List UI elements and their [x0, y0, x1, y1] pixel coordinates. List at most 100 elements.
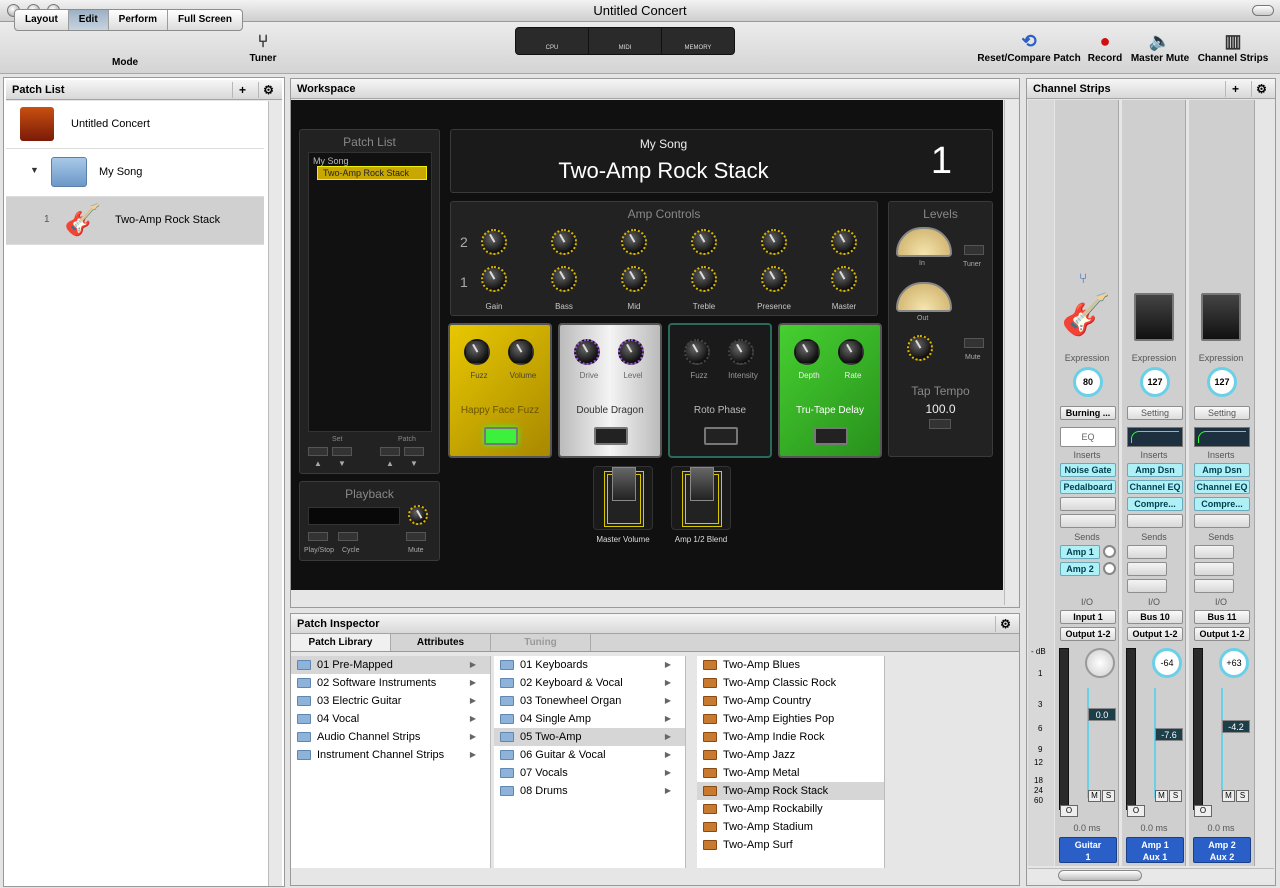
patch-list-scrollbar[interactable] [268, 101, 282, 886]
playback-mute-button[interactable] [406, 532, 426, 541]
channel-strips-gear-icon[interactable]: ⚙ [1251, 81, 1271, 97]
list-item[interactable]: Two-Amp Surf [697, 836, 884, 854]
reset-compare-patch-button[interactable]: ⟲ Reset/Compare Patch [975, 29, 1083, 64]
setting-button[interactable]: Setting [1127, 406, 1183, 420]
playback-knob[interactable] [408, 505, 428, 525]
insert-slot[interactable]: Channel EQ [1194, 480, 1250, 494]
disclosure-triangle-icon[interactable]: ▼ [30, 165, 39, 175]
list-item[interactable]: Audio Channel Strips ▶ [291, 728, 490, 746]
insert-slot[interactable]: Amp Dsn [1194, 463, 1250, 477]
depth-knob[interactable] [794, 339, 820, 365]
send-slot-empty[interactable] [1127, 545, 1167, 559]
tab-patch-library[interactable]: Patch Library [291, 634, 391, 651]
list-item[interactable]: 06 Guitar & Vocal ▶ [494, 746, 685, 764]
list-item[interactable]: 05 Two-Amp ▶ [494, 728, 685, 746]
tuner-button[interactable]: ⑂ Tuner [246, 29, 280, 64]
amp2-mid-knob[interactable] [621, 229, 647, 255]
pedal-on-switch[interactable] [484, 427, 518, 445]
volume-fader[interactable]: -7.6 [1155, 728, 1183, 741]
record-button[interactable]: ● Record [1085, 29, 1125, 64]
amp2-master-knob[interactable] [831, 229, 857, 255]
send-slot-empty[interactable] [1194, 545, 1234, 559]
send-slot[interactable]: Amp 1 [1060, 545, 1100, 559]
tuner-toggle-button[interactable] [964, 245, 984, 255]
send-slot-empty[interactable] [1194, 562, 1234, 576]
levels-mute-button[interactable] [964, 338, 984, 348]
input-slot[interactable]: Bus 10 [1127, 610, 1183, 624]
mode-layout-button[interactable]: Layout [15, 10, 69, 30]
drive-knob[interactable] [574, 339, 600, 365]
pedal-switch[interactable] [704, 427, 738, 445]
ws-patch-list-box[interactable]: My Song Two-Amp Rock Stack [308, 152, 432, 432]
mute-button[interactable]: M [1155, 790, 1168, 802]
set-down-button[interactable] [332, 447, 352, 456]
toolbar-toggle-button[interactable] [1252, 5, 1274, 16]
amp1-bass-knob[interactable] [551, 266, 577, 292]
expression-knob[interactable]: 80 [1073, 367, 1103, 397]
send-slot-empty[interactable] [1127, 562, 1167, 576]
master-mute-button[interactable]: 🔈 Master Mute [1128, 29, 1192, 64]
expression-knob[interactable]: 127 [1140, 367, 1170, 397]
setting-button[interactable]: Setting [1194, 406, 1250, 420]
insert-slot[interactable]: Noise Gate [1060, 463, 1116, 477]
insert-slot[interactable]: Channel EQ [1127, 480, 1183, 494]
list-item[interactable]: 01 Keyboards ▶ [494, 656, 685, 674]
channel-strips-scrollbar[interactable] [1028, 868, 1274, 882]
list-item[interactable]: Two-Amp Rockabilly [697, 800, 884, 818]
roto-phase-pedal[interactable]: Fuzz Intensity Roto Phase [668, 323, 772, 458]
add-channel-strip-button[interactable]: + [1225, 81, 1245, 97]
list-item[interactable]: Two-Amp Country [697, 692, 884, 710]
insert-slot[interactable]: Pedalboard [1060, 480, 1116, 494]
tap-tempo-button[interactable] [929, 419, 951, 429]
bypass-button[interactable]: O [1194, 805, 1212, 817]
list-item[interactable]: Two-Amp Classic Rock [697, 674, 884, 692]
tru-tape-delay-pedal[interactable]: Depth Rate Tru-Tape Delay [778, 323, 882, 458]
amp2-treble-knob[interactable] [691, 229, 717, 255]
amp1-treble-knob[interactable] [691, 266, 717, 292]
list-item[interactable]: Two-Amp Indie Rock [697, 728, 884, 746]
master-volume-expression-pedal[interactable] [593, 466, 653, 530]
amp1-gain-knob[interactable] [481, 266, 507, 292]
amp2-bass-knob[interactable] [551, 229, 577, 255]
tab-attributes[interactable]: Attributes [391, 634, 491, 651]
list-item[interactable]: 03 Tonewheel Organ ▶ [494, 692, 685, 710]
list-item[interactable]: Two-Amp Metal [697, 764, 884, 782]
list-item[interactable]: 08 Drums ▶ [494, 782, 685, 800]
list-item[interactable]: Two-Amp Eighties Pop [697, 710, 884, 728]
inspector-gear-icon[interactable]: ⚙ [995, 616, 1015, 632]
set-up-button[interactable] [308, 447, 328, 456]
patch-down-button[interactable] [404, 447, 424, 456]
input-slot[interactable]: Bus 11 [1194, 610, 1250, 624]
send-level-knob[interactable] [1103, 545, 1116, 558]
list-item[interactable]: Instrument Channel Strips ▶ [291, 746, 490, 764]
expression-knob[interactable]: 127 [1207, 367, 1237, 397]
channel-strips-toolbar-button[interactable]: ▥ Channel Strips [1196, 29, 1270, 64]
pan-knob[interactable]: -64 [1152, 648, 1182, 678]
cycle-button[interactable] [338, 532, 358, 541]
output-slot[interactable]: Output 1-2 [1194, 627, 1250, 641]
pedal-switch[interactable] [814, 427, 848, 445]
amp1-presence-knob[interactable] [761, 266, 787, 292]
double-dragon-pedal[interactable]: Drive Level Double Dragon [558, 323, 662, 458]
volume-fader[interactable]: 0.0 [1088, 708, 1116, 721]
pan-knob[interactable]: +63 [1219, 648, 1249, 678]
solo-button[interactable]: S [1236, 790, 1249, 802]
patch-up-button[interactable] [380, 447, 400, 456]
insert-slot[interactable]: Compre... [1127, 497, 1183, 511]
list-item[interactable]: 02 Software Instruments ▶ [291, 674, 490, 692]
list-item[interactable]: Two-Amp Rock Stack [697, 782, 884, 800]
pan-knob[interactable] [1085, 648, 1115, 678]
amp2-presence-knob[interactable] [761, 229, 787, 255]
insert-slot[interactable]: Amp Dsn [1127, 463, 1183, 477]
fuzz-knob[interactable] [464, 339, 490, 365]
play-stop-button[interactable] [308, 532, 328, 541]
list-item[interactable]: Two-Amp Jazz [697, 746, 884, 764]
volume-fader[interactable]: -4.2 [1222, 720, 1250, 733]
concert-item[interactable]: Untitled Concert [6, 101, 264, 149]
list-item[interactable]: 04 Vocal ▶ [291, 710, 490, 728]
list-item[interactable]: 01 Pre-Mapped ▶ [291, 656, 490, 674]
tab-tuning[interactable]: Tuning [491, 634, 591, 651]
happy-face-fuzz-pedal[interactable]: Fuzz Volume Happy Face Fuzz [448, 323, 552, 458]
insert-slot-empty[interactable] [1060, 497, 1116, 511]
send-slot-empty[interactable] [1127, 579, 1167, 593]
